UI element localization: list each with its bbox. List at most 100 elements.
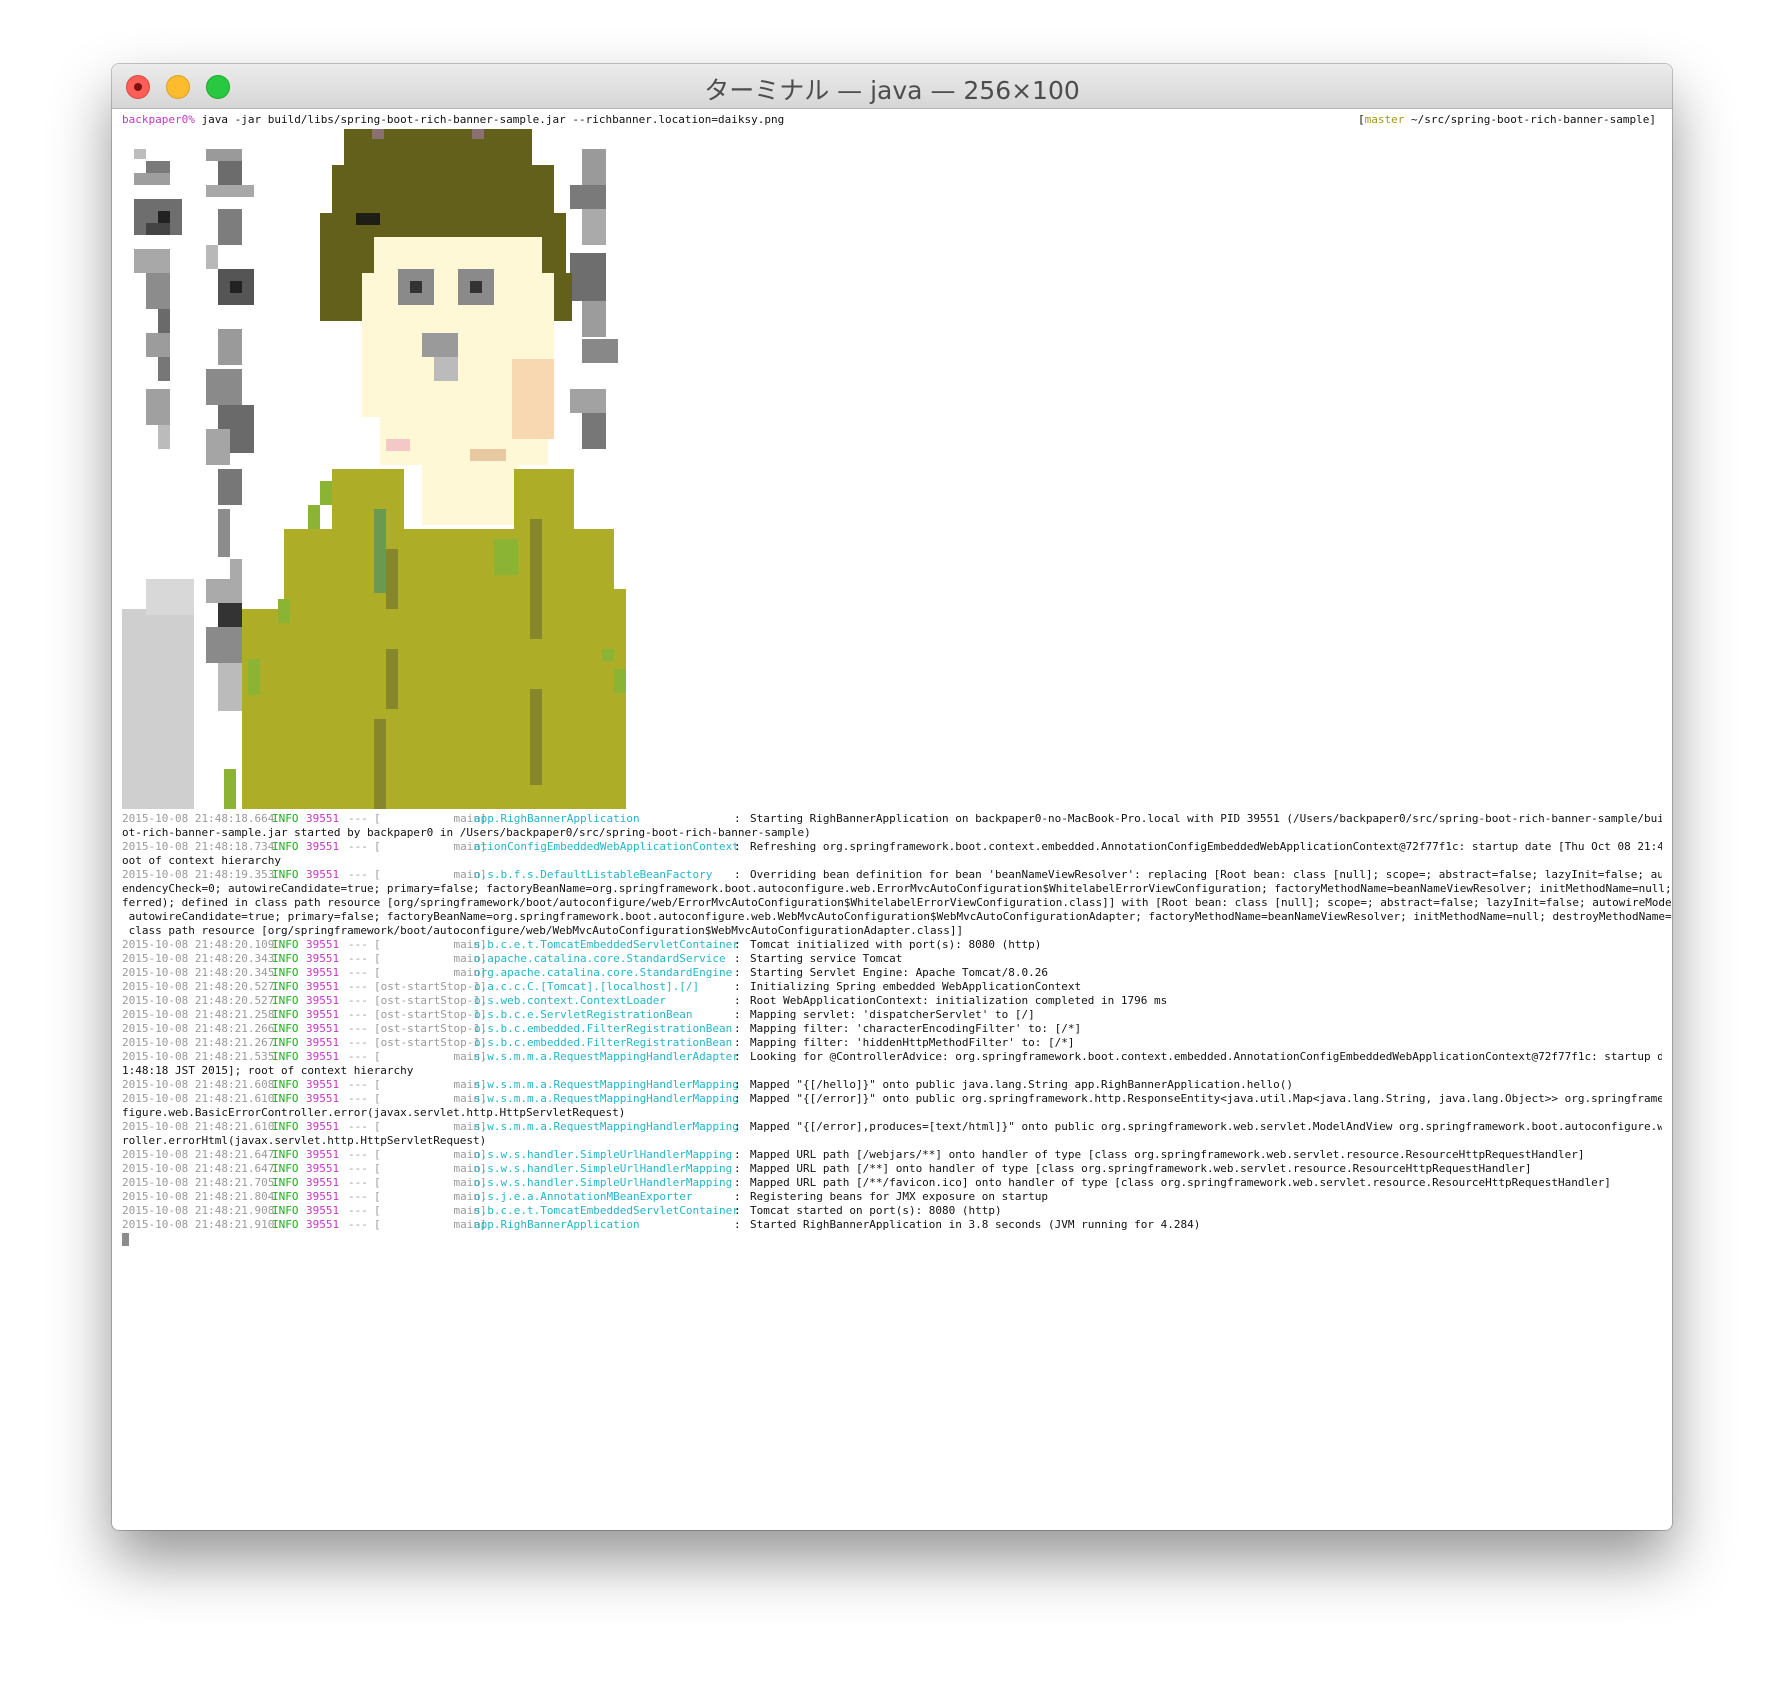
- log-timestamp: 2015-10-08 21:48:20.343: [122, 952, 275, 965]
- gray-glyphs-left: [134, 149, 182, 449]
- log-line: 2015-10-08 21:48:21.266 INFO 39551 --- [ost-…: [122, 1022, 1662, 1036]
- log-level: INFO: [272, 994, 299, 1007]
- log-pid: 39551: [306, 1022, 340, 1035]
- log-message: Mapped "{[/error]}" onto public org.spri…: [750, 1092, 1662, 1105]
- log-message: Starting RighBannerApplication on backpa…: [750, 812, 1662, 825]
- log-thread: [ost-startStop-1]: [374, 1036, 487, 1049]
- log-line: 2015-10-08 21:48:21.610 INFO 39551 --- [ mai…: [122, 1120, 1662, 1134]
- log-separator: :: [734, 938, 741, 951]
- log-timestamp: 2015-10-08 21:48:21.610: [122, 1120, 275, 1133]
- log-pid: 39551: [306, 1036, 340, 1049]
- log-line: 2015-10-08 21:48:21.258 INFO 39551 --- [ost-…: [122, 1008, 1662, 1022]
- log-line: 2015-10-08 21:48:20.527 INFO 39551 --- [ost-…: [122, 994, 1662, 1008]
- log-line: 2015-10-08 21:48:21.910 INFO 39551 --- [ mai…: [122, 1218, 1662, 1232]
- cursor-block: [122, 1233, 129, 1246]
- log-pid: 39551: [306, 840, 340, 853]
- log-dashes: ---: [348, 1050, 368, 1063]
- log-level: INFO: [272, 1204, 299, 1217]
- log-logger: s.w.s.m.m.a.RequestMappingHandlerMapping: [474, 1120, 739, 1133]
- log-thread: [ main]: [374, 1148, 487, 1161]
- log-level: INFO: [272, 868, 299, 881]
- log-timestamp: 2015-10-08 21:48:21.647: [122, 1162, 275, 1175]
- log-thread: [ main]: [374, 1162, 487, 1175]
- log-level: INFO: [272, 938, 299, 951]
- log-pid: 39551: [306, 1008, 340, 1021]
- log-thread: [ main]: [374, 1218, 487, 1231]
- terminal-content[interactable]: backpaper0% java -jar build/libs/spring-…: [112, 109, 1672, 1530]
- log-continuation: figure.web.BasicErrorController.error(ja…: [122, 1106, 626, 1119]
- log-timestamp: 2015-10-08 21:48:20.345: [122, 966, 275, 979]
- log-dashes: ---: [348, 1204, 368, 1217]
- log-dashes: ---: [348, 1120, 368, 1133]
- log-dashes: ---: [348, 994, 368, 1007]
- log-pid: 39551: [306, 1176, 340, 1189]
- log-message: Mapped "{[/error],produces=[text/html]}"…: [750, 1120, 1662, 1133]
- log-line: 2015-10-08 21:48:21.908 INFO 39551 --- [ mai…: [122, 1204, 1662, 1218]
- log-message: Looking for @ControllerAdvice: org.sprin…: [750, 1050, 1662, 1063]
- log-line: 2015-10-08 21:48:21.608 INFO 39551 --- [ mai…: [122, 1078, 1662, 1092]
- log-separator: :: [734, 1176, 741, 1189]
- log-thread: [ main]: [374, 1190, 487, 1203]
- log-separator: :: [734, 1162, 741, 1175]
- log-level: INFO: [272, 1078, 299, 1091]
- log-line: 2015-10-08 21:48:21.610 INFO 39551 --- [ mai…: [122, 1092, 1662, 1106]
- log-timestamp: 2015-10-08 21:48:20.527: [122, 994, 275, 1007]
- log-continuation: oot of context hierarchy: [122, 854, 281, 867]
- log-separator: :: [734, 1022, 741, 1035]
- log-separator: :: [734, 1092, 741, 1105]
- log-line: 2015-10-08 21:48:20.527 INFO 39551 --- [ost-…: [122, 980, 1662, 994]
- log-separator: :: [734, 840, 741, 853]
- log-timestamp: 2015-10-08 21:48:18.664: [122, 812, 275, 825]
- log-level: INFO: [272, 1036, 299, 1049]
- log-message: Refreshing org.springframework.boot.cont…: [750, 840, 1662, 853]
- log-pid: 39551: [306, 938, 340, 951]
- log-message: Overriding bean definition for bean 'bea…: [750, 868, 1662, 881]
- log-message: Tomcat initialized with port(s): 8080 (h…: [750, 938, 1042, 951]
- log-message: Started RighBannerApplication in 3.8 sec…: [750, 1218, 1201, 1231]
- log-message: Mapped URL path [/**] onto handler of ty…: [750, 1162, 1532, 1175]
- log-separator: :: [734, 952, 741, 965]
- log-pid: 39551: [306, 994, 340, 1007]
- log-thread: [ost-startStop-1]: [374, 980, 487, 993]
- log-timestamp: 2015-10-08 21:48:21.705: [122, 1176, 275, 1189]
- log-timestamp: 2015-10-08 21:48:21.258: [122, 1008, 275, 1021]
- git-branch: master: [1364, 113, 1405, 126]
- log-thread: [ost-startStop-1]: [374, 1008, 487, 1021]
- log-thread: [ main]: [374, 868, 487, 881]
- log-level: INFO: [272, 1120, 299, 1133]
- log-line: 2015-10-08 21:48:21.804 INFO 39551 --- [ mai…: [122, 1190, 1662, 1204]
- log-pid: 39551: [306, 952, 340, 965]
- log-dashes: ---: [348, 1036, 368, 1049]
- log-dashes: ---: [348, 812, 368, 825]
- log-continuation: autowireCandidate=true; primary=false; f…: [122, 910, 1672, 923]
- log-pid: 39551: [306, 1120, 340, 1133]
- branch-open: [: [1357, 113, 1365, 126]
- log-message: Tomcat started on port(s): 8080 (http): [750, 1204, 1002, 1217]
- log-message: Registering beans for JMX exposure on st…: [750, 1190, 1049, 1203]
- log-pid: 39551: [306, 868, 340, 881]
- log-thread: [ main]: [374, 952, 487, 965]
- log-logger: o.s.b.f.s.DefaultListableBeanFactory: [474, 868, 713, 881]
- log-level: INFO: [272, 1176, 299, 1189]
- title-bar[interactable]: ターミナル — java — 256×100: [112, 64, 1672, 109]
- log-level: INFO: [272, 1218, 299, 1231]
- log-logger: s.w.s.m.m.a.RequestMappingHandlerMapping: [474, 1092, 739, 1105]
- log-dashes: ---: [348, 1008, 368, 1021]
- log-dashes: ---: [348, 1092, 368, 1105]
- log-pid: 39551: [306, 1218, 340, 1231]
- log-pid: 39551: [306, 1190, 340, 1203]
- log-level: INFO: [272, 966, 299, 979]
- log-logger: s.w.s.m.m.a.RequestMappingHandlerMapping: [474, 1078, 739, 1091]
- log-message: Root WebApplicationContext: initializati…: [750, 994, 1168, 1007]
- log-separator: :: [734, 868, 741, 881]
- log-line: 2015-10-08 21:48:20.345 INFO 39551 --- [ mai…: [122, 966, 1662, 980]
- log-level: INFO: [272, 840, 299, 853]
- log-separator: :: [734, 1036, 741, 1049]
- prompt-command: java -jar build/libs/spring-boot-rich-ba…: [194, 113, 785, 126]
- log-separator: :: [734, 1050, 741, 1063]
- log-thread: [ main]: [374, 1176, 487, 1189]
- log-timestamp: 2015-10-08 21:48:21.266: [122, 1022, 275, 1035]
- log-dashes: ---: [348, 1148, 368, 1161]
- log-message: Initializing Spring embedded WebApplicat…: [750, 980, 1082, 993]
- log-dashes: ---: [348, 980, 368, 993]
